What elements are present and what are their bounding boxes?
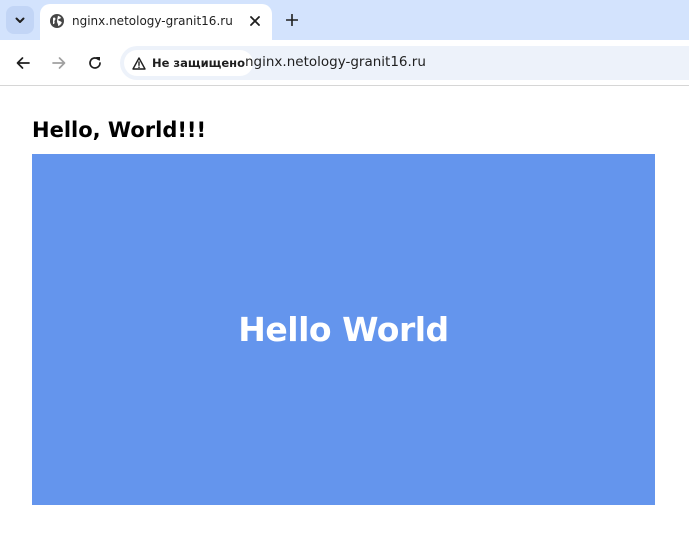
tab-title: nginx.netology-granit16.ru [72, 14, 233, 28]
url-text[interactable]: nginx.netology-granit16.ru [245, 54, 426, 70]
tab-search-button[interactable] [6, 6, 34, 34]
hello-world-image: Hello World [32, 154, 655, 505]
reload-icon [89, 57, 101, 69]
globe-icon [50, 14, 64, 28]
security-indicator[interactable]: Не защищено [124, 50, 253, 76]
arrow-left-icon [16, 57, 30, 69]
image-text: Hello World [238, 310, 449, 349]
tab-strip: nginx.netology-granit16.ru [0, 0, 689, 40]
address-bar[interactable]: Не защищено nginx.netology-granit16.ru [120, 46, 689, 80]
back-button[interactable] [11, 51, 35, 75]
close-icon [250, 16, 260, 26]
close-tab-button[interactable] [246, 12, 264, 30]
security-label: Не защищено [152, 56, 245, 70]
active-tab[interactable]: nginx.netology-granit16.ru [40, 4, 272, 40]
browser-toolbar: Не защищено nginx.netology-granit16.ru [0, 40, 689, 86]
forward-button[interactable] [47, 51, 71, 75]
arrow-right-icon [52, 57, 66, 69]
page-content: Hello, World!!! Hello World [0, 87, 689, 536]
page-heading: Hello, World!!! [32, 118, 207, 142]
new-tab-button[interactable] [281, 9, 303, 31]
chevron-down-icon [15, 17, 25, 23]
reload-button[interactable] [83, 51, 107, 75]
plus-icon [286, 14, 298, 26]
warning-icon [132, 56, 146, 70]
